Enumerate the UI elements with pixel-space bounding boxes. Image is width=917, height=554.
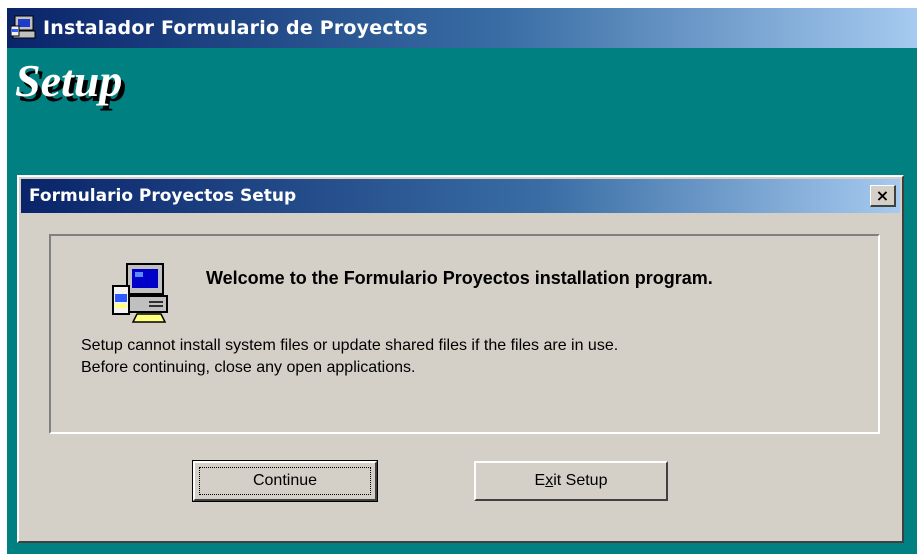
- screen: Instalador Formulario de Proyectos Setup…: [0, 0, 917, 554]
- info-line-2: Before continuing, close any open applic…: [81, 359, 416, 376]
- computer-setup-icon: [11, 15, 36, 39]
- exit-label-part-2: it Setup: [553, 472, 608, 489]
- setup-dialog: Formulario Proyectos Setup × Welcome to …: [17, 175, 904, 543]
- outer-title-bar[interactable]: Instalador Formulario de Proyectos: [7, 8, 917, 48]
- exit-label-part-1: E: [534, 472, 546, 489]
- info-line-1: Setup cannot install system files or upd…: [81, 337, 619, 354]
- dialog-title-bar[interactable]: Formulario Proyectos Setup ×: [21, 179, 900, 213]
- welcome-panel: Welcome to the Formulario Proyectos inst…: [49, 234, 880, 434]
- window-title: Instalador Formulario de Proyectos: [43, 17, 428, 39]
- computer-setup-icon: [112, 263, 168, 323]
- info-text: Setup cannot install system files or upd…: [81, 335, 861, 379]
- setup-banner: Setup: [15, 55, 123, 106]
- installer-window: Instalador Formulario de Proyectos Setup…: [7, 8, 917, 554]
- close-icon: ×: [875, 185, 890, 205]
- exit-setup-button-label: Exit Setup: [535, 472, 608, 490]
- exit-label-accelerator: x: [545, 472, 554, 489]
- close-button[interactable]: ×: [870, 185, 896, 207]
- dialog-title: Formulario Proyectos Setup: [29, 186, 297, 206]
- continue-button[interactable]: Continue: [192, 460, 378, 502]
- focus-rectangle: [199, 467, 371, 495]
- welcome-heading: Welcome to the Formulario Proyectos inst…: [206, 268, 713, 288]
- exit-setup-button[interactable]: Exit Setup: [474, 461, 668, 501]
